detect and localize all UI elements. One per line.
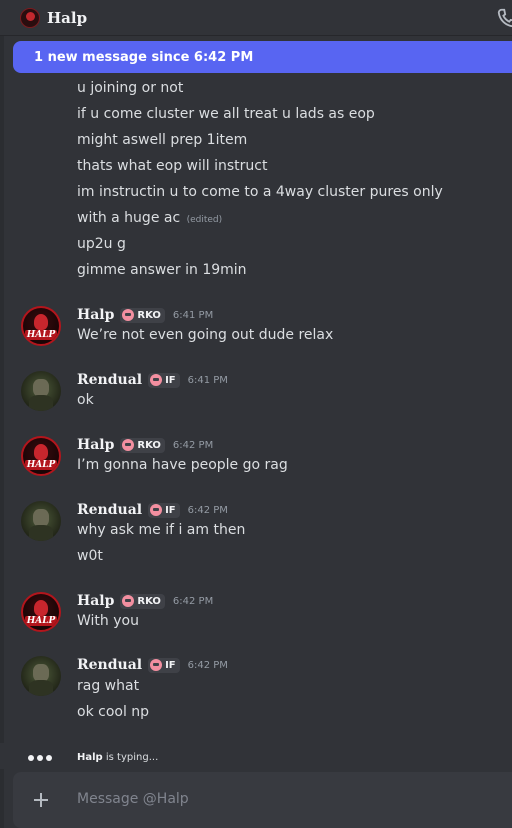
- avatar-rendual[interactable]: [21, 656, 61, 696]
- message-line: u joining or not: [77, 80, 184, 96]
- timestamp: 6:42 PM: [172, 595, 214, 607]
- server-tag[interactable]: IF: [148, 372, 180, 388]
- server-tag-label: IF: [165, 659, 176, 671]
- message-text: with a huge ac: [77, 210, 181, 226]
- dm-recipient-name[interactable]: Halp: [47, 9, 87, 27]
- edited-label: (edited): [186, 215, 223, 225]
- server-tag[interactable]: RKO: [120, 437, 165, 453]
- message-line: gimme answer in 19min: [77, 262, 247, 278]
- message-line: ok: [77, 392, 94, 408]
- avatar-halp[interactable]: HALP: [21, 306, 61, 346]
- message-line: I’m gonna have people go rag: [77, 457, 288, 473]
- skull-icon: [150, 374, 163, 386]
- avatar-halp[interactable]: HALP: [21, 592, 61, 632]
- message-line: ok cool np: [77, 704, 150, 720]
- message-header: Rendual IF 6:41 PM: [77, 371, 228, 389]
- message-line: w0t: [77, 548, 103, 564]
- avatar-rendual[interactable]: [21, 501, 61, 541]
- typing-label: is typing...: [105, 752, 159, 763]
- skull-icon: [150, 659, 163, 671]
- avatar-logo-text: HALP: [25, 330, 57, 340]
- message-line: rag what: [77, 678, 140, 694]
- message-line: if u come cluster we all treat u lads as…: [77, 106, 375, 122]
- server-tag[interactable]: IF: [148, 502, 180, 518]
- message-line: thats what eop will instruct: [77, 158, 268, 174]
- dm-header: Halp: [0, 0, 512, 36]
- message-header: Halp RKO 6:42 PM: [77, 592, 213, 610]
- message-header: Rendual IF 6:42 PM: [77, 501, 228, 519]
- username[interactable]: Halp: [77, 593, 114, 609]
- message-line-edited: with a huge ac (edited): [77, 210, 222, 226]
- avatar-logo-text: HALP: [25, 616, 57, 626]
- message-line: up2u g: [77, 236, 126, 252]
- skull-icon: [150, 504, 163, 516]
- message-composer[interactable]: Message @Halp: [13, 772, 512, 828]
- message-line: With you: [77, 613, 139, 629]
- message-input[interactable]: Message @Halp: [77, 791, 189, 807]
- server-tag-label: RKO: [137, 309, 161, 321]
- avatar-logo-text: HALP: [25, 460, 57, 470]
- username[interactable]: Rendual: [77, 372, 142, 388]
- header-avatar[interactable]: [20, 7, 40, 28]
- message-line: why ask me if i am then: [77, 522, 246, 538]
- server-tag[interactable]: RKO: [120, 307, 165, 323]
- username[interactable]: Rendual: [77, 657, 142, 673]
- avatar-rendual[interactable]: [21, 371, 61, 411]
- message-line: im instructin u to come to a 4way cluste…: [77, 184, 443, 200]
- username[interactable]: Rendual: [77, 502, 142, 518]
- voice-call-icon[interactable]: [496, 7, 512, 29]
- timestamp: 6:42 PM: [172, 439, 214, 451]
- new-messages-banner[interactable]: 1 new message since 6:42 PM: [13, 41, 512, 73]
- username[interactable]: Halp: [77, 307, 114, 323]
- server-tag-label: IF: [165, 374, 176, 386]
- typing-dots-icon: [28, 755, 52, 761]
- skull-icon: [122, 439, 135, 451]
- typing-indicator: Halp is typing...: [77, 752, 158, 763]
- skull-icon: [122, 309, 135, 321]
- add-attachment-icon[interactable]: [29, 788, 53, 812]
- server-tag-label: RKO: [137, 439, 161, 451]
- avatar-halp[interactable]: HALP: [21, 436, 61, 476]
- server-tag-label: IF: [165, 504, 176, 516]
- typing-user: Halp: [77, 752, 103, 763]
- skull-icon: [122, 595, 135, 607]
- timestamp: 6:41 PM: [187, 374, 228, 386]
- message-header: Halp RKO 6:42 PM: [77, 436, 213, 454]
- timestamp: 6:42 PM: [187, 659, 228, 671]
- message-header: Rendual IF 6:42 PM: [77, 656, 228, 674]
- username[interactable]: Halp: [77, 437, 114, 453]
- new-messages-text: 1 new message since 6:42 PM: [34, 49, 254, 65]
- server-tag-label: RKO: [137, 595, 161, 607]
- message-line: might aswell prep 1item: [77, 132, 248, 148]
- timestamp: 6:41 PM: [172, 309, 214, 321]
- timestamp: 6:42 PM: [187, 504, 228, 516]
- server-tag[interactable]: RKO: [120, 593, 165, 609]
- server-tag[interactable]: IF: [148, 657, 180, 673]
- left-rail: [0, 36, 4, 828]
- message-line: We’re not even going out dude relax: [77, 327, 334, 343]
- message-header: Halp RKO 6:41 PM: [77, 306, 213, 324]
